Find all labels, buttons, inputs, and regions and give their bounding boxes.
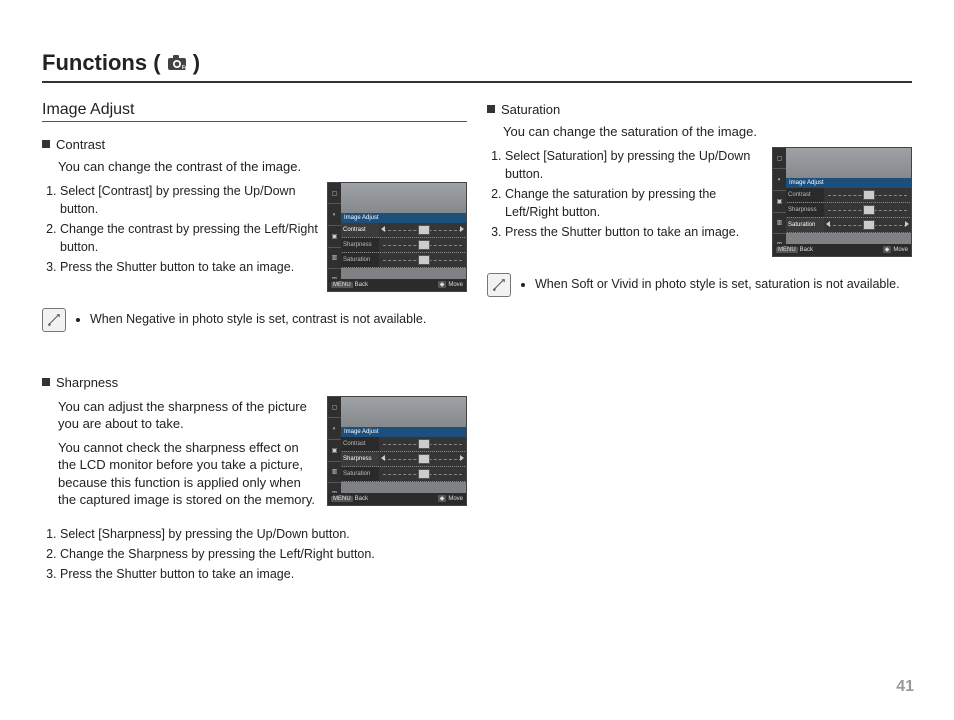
- contrast-title: Contrast: [56, 137, 105, 152]
- camera-ui-row-sharpness: Sharpness: [786, 203, 824, 217]
- camera-ui-saturation: ▢◐▣▥⊞ Image Adjust Contrast Sharpness Sa…: [772, 147, 912, 257]
- square-bullet-icon: [42, 378, 50, 386]
- saturation-desc: You can change the saturation of the ima…: [503, 123, 912, 141]
- contrast-desc: You can change the contrast of the image…: [58, 158, 467, 176]
- contrast-step-1: Select [Contrast] by pressing the Up/Dow…: [60, 182, 319, 218]
- camera-ui-row-contrast: Contrast: [786, 188, 824, 202]
- move-btn-icon: ◆: [438, 281, 447, 288]
- contrast-steps: Select [Contrast] by pressing the Up/Dow…: [42, 182, 319, 292]
- saturation-note: When Soft or Vivid in photo style is set…: [487, 273, 912, 297]
- back-label: Back: [355, 496, 368, 502]
- saturation-note-text: When Soft or Vivid in photo style is set…: [535, 275, 900, 293]
- sharpness-title: Sharpness: [56, 375, 118, 390]
- sharpness-step-2: Change the Sharpness by pressing the Lef…: [60, 545, 467, 563]
- camera-ui-row-saturation: Saturation: [341, 467, 379, 481]
- move-label: Move: [893, 247, 908, 253]
- page-title: Functions ( Fn ): [42, 50, 912, 83]
- title-suffix: ): [187, 50, 200, 75]
- camera-ui-row-contrast: Contrast: [341, 437, 379, 451]
- camera-icon: Fn: [167, 51, 187, 77]
- note-icon: [487, 273, 511, 297]
- move-label: Move: [448, 496, 463, 502]
- saturation-title: Saturation: [501, 102, 560, 117]
- camera-ui-row-sharpness: Sharpness: [341, 238, 379, 252]
- menu-btn-label: MENU: [331, 496, 353, 502]
- camera-ui-header: Image Adjust: [341, 427, 466, 437]
- menu-btn-label: MENU: [776, 247, 798, 253]
- camera-ui-sharpness: ▢◐▣▥⊞ Image Adjust Contrast Sharpness Sa…: [327, 396, 467, 506]
- contrast-note-text: When Negative in photo style is set, con…: [90, 310, 426, 328]
- section-heading: Image Adjust: [42, 101, 467, 122]
- back-label: Back: [800, 247, 813, 253]
- page-number: 41: [896, 678, 914, 696]
- camera-ui-row-contrast: Contrast: [341, 223, 379, 237]
- back-label: Back: [355, 282, 368, 288]
- contrast-step-2: Change the contrast by pressing the Left…: [60, 220, 319, 256]
- camera-ui-row-saturation: Saturation: [786, 218, 824, 232]
- camera-ui-header: Image Adjust: [341, 213, 466, 223]
- camera-ui-contrast: ▢◐▣▥⊞ Image Adjust Contrast Sharpness Sa…: [327, 182, 467, 292]
- sharpness-steps: Select [Sharpness] by pressing the Up/Do…: [42, 525, 467, 583]
- square-bullet-icon: [487, 105, 495, 113]
- sharpness-desc1: You can adjust the sharpness of the pict…: [58, 398, 319, 433]
- sharpness-step-1: Select [Sharpness] by pressing the Up/Do…: [60, 525, 467, 543]
- title-prefix: Functions (: [42, 50, 167, 75]
- note-icon: [42, 308, 66, 332]
- camera-ui-row-sharpness: Sharpness: [341, 452, 379, 466]
- camera-ui-row-saturation: Saturation: [341, 253, 379, 267]
- move-label: Move: [448, 282, 463, 288]
- move-btn-icon: ◆: [883, 246, 892, 253]
- sharpness-step-3: Press the Shutter button to take an imag…: [60, 565, 467, 583]
- saturation-step-1: Select [Saturation] by pressing the Up/D…: [505, 147, 764, 183]
- contrast-note: When Negative in photo style is set, con…: [42, 308, 467, 332]
- saturation-step-3: Press the Shutter button to take an imag…: [505, 223, 764, 241]
- sharpness-desc2: You cannot check the sharpness effect on…: [58, 439, 319, 509]
- camera-ui-header: Image Adjust: [786, 178, 911, 188]
- square-bullet-icon: [42, 140, 50, 148]
- menu-btn-label: MENU: [331, 282, 353, 288]
- move-btn-icon: ◆: [438, 495, 447, 502]
- contrast-step-3: Press the Shutter button to take an imag…: [60, 258, 319, 276]
- saturation-step-2: Change the saturation by pressing the Le…: [505, 185, 764, 221]
- saturation-steps: Select [Saturation] by pressing the Up/D…: [487, 147, 764, 257]
